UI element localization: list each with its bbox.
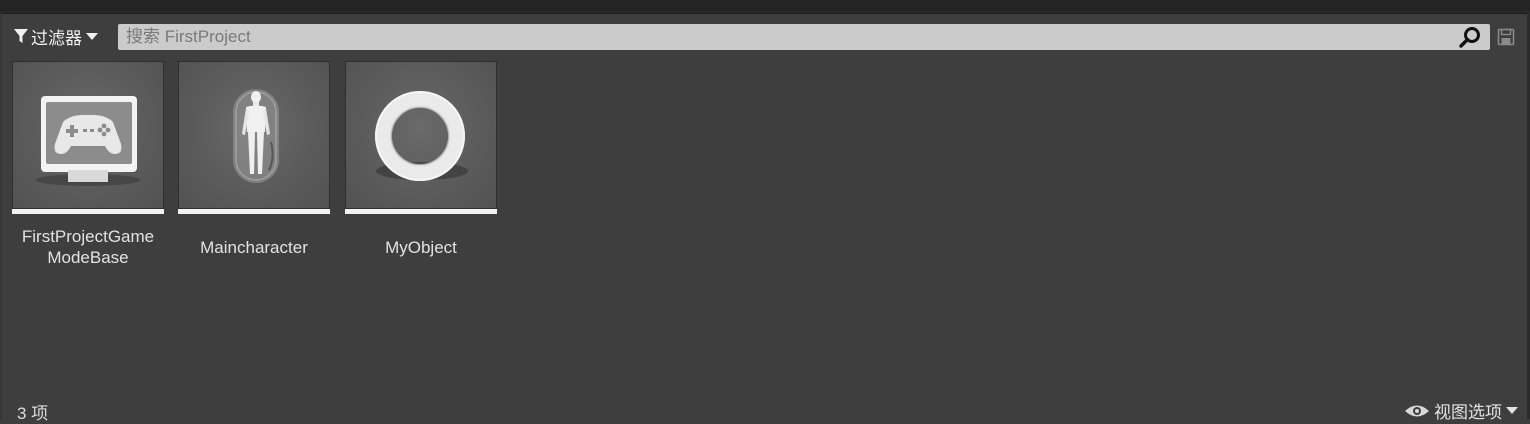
asset-label-myobject[interactable]: MyObject — [336, 237, 506, 258]
funnel-icon — [14, 29, 28, 43]
panel-left-edge — [0, 13, 2, 419]
asset-label-maincharacter[interactable]: Maincharacter — [169, 237, 339, 258]
asset-tile-myobject[interactable] — [345, 61, 497, 214]
save-search-icon[interactable] — [1497, 28, 1515, 46]
content-browser-toolbar: 过滤器 — [0, 22, 1530, 52]
asset-type-bar — [12, 209, 164, 214]
character-capsule-icon — [233, 89, 279, 183]
search-box — [118, 24, 1490, 50]
asset-label-line: ModeBase — [47, 248, 129, 267]
asset-label-line: FirstProjectGame — [21, 227, 155, 246]
chevron-down-icon — [86, 33, 98, 40]
asset-thumbnail — [346, 62, 496, 208]
asset-thumbnail — [13, 62, 163, 208]
chevron-down-icon — [1506, 407, 1518, 414]
search-icon[interactable] — [1458, 26, 1482, 48]
asset-type-bar — [345, 209, 497, 214]
torus-icon — [375, 91, 468, 181]
gamepad-monitor-icon — [36, 96, 140, 186]
eye-icon — [1405, 405, 1429, 416]
asset-label-line: Maincharacter — [200, 238, 308, 257]
view-options-label: 视图选项 — [1434, 403, 1502, 423]
search-input[interactable] — [118, 24, 1448, 50]
asset-tile-maincharacter[interactable] — [178, 61, 330, 214]
asset-tile-gamemode[interactable] — [12, 61, 164, 214]
asset-label-line: MyObject — [385, 238, 457, 257]
top-panel-strip — [0, 0, 1530, 14]
panel-tab-area — [0, 0, 1530, 11]
item-count: 3 项 — [17, 404, 49, 423]
asset-type-bar — [178, 209, 330, 214]
asset-thumbnail — [179, 62, 329, 208]
asset-label-gamemode[interactable]: FirstProjectGame ModeBase — [3, 226, 173, 268]
filter-label: 过滤器 — [31, 28, 82, 49]
view-options-button[interactable]: 视图选项 — [1404, 398, 1518, 423]
filter-button[interactable]: 过滤器 — [14, 24, 110, 49]
